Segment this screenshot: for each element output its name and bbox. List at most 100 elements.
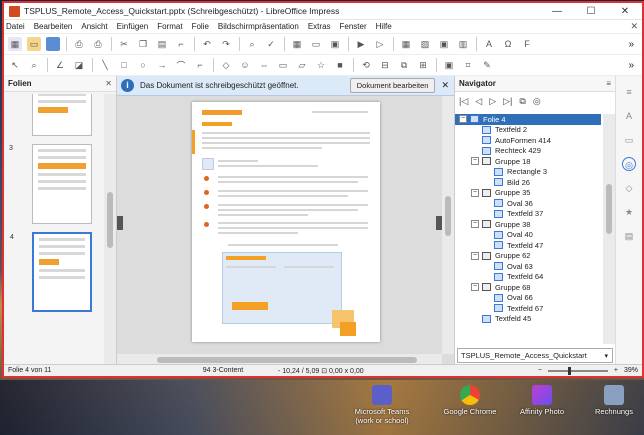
cut-icon[interactable]: ✂ [117, 37, 131, 51]
document-select[interactable]: TSPLUS_Remote_Access_Quickstart ▾ [457, 348, 613, 363]
arrow-icon[interactable]: → [155, 58, 169, 72]
grid-icon[interactable]: ▦ [290, 37, 304, 51]
navigator-tree-item[interactable]: AutoFormen 414 [455, 135, 601, 146]
minimize-button[interactable]: — [540, 6, 574, 17]
drag-mode-icon[interactable]: ⧉ [519, 96, 525, 107]
basic-shapes-icon[interactable]: ◇ [219, 58, 233, 72]
scrollbar-thumb[interactable] [157, 357, 417, 363]
master-slides-icon[interactable]: ▤ [622, 229, 636, 243]
close-window-button[interactable]: ✕ [608, 6, 642, 17]
start-current-slide-icon[interactable]: ▷ [373, 37, 387, 51]
image-icon[interactable]: ▨ [418, 37, 432, 51]
menu-einfuegen[interactable]: Einfügen [117, 22, 149, 31]
export-pdf-icon[interactable]: ⎙ [72, 37, 86, 51]
zoom-slider[interactable] [547, 366, 608, 375]
navigator-tree-item[interactable]: Oval 63 [455, 261, 601, 272]
navigator-tree-item[interactable]: Textfeld 47 [455, 240, 601, 251]
find-replace-icon[interactable]: ⌕ [245, 37, 259, 51]
more-tools-icon[interactable]: » [628, 39, 634, 50]
redo-icon[interactable]: ↷ [219, 37, 233, 51]
current-slide[interactable] [192, 102, 380, 342]
navigator-tree-item[interactable]: − Gruppe 68 [455, 282, 601, 293]
special-character-icon[interactable]: Ω [501, 37, 515, 51]
scrollbar-thumb[interactable] [107, 192, 113, 248]
distribute-icon[interactable]: ⊞ [416, 58, 430, 72]
navigator-menu-icon[interactable]: ≡ [606, 79, 611, 88]
navigator-tree-item[interactable]: − Gruppe 62 [455, 251, 601, 262]
previous-slide-icon[interactable]: ◁ [475, 96, 482, 107]
slide-thumbnail-2[interactable] [32, 94, 92, 136]
navigator-tree-item[interactable]: Rectangle 3 [455, 167, 601, 178]
more-drawing-tools-icon[interactable]: » [628, 60, 634, 71]
flowchart-icon[interactable]: ▭ [276, 58, 290, 72]
sidebar-menu-icon[interactable]: ≡ [622, 85, 636, 99]
media-icon[interactable]: ▣ [437, 37, 451, 51]
properties-icon[interactable]: A [622, 109, 636, 123]
zoom-percent[interactable]: 39% [624, 367, 638, 374]
chart-icon[interactable]: ▥ [456, 37, 470, 51]
desktop-icon-rechnungs[interactable]: Rechnungs [586, 385, 642, 416]
menu-bearbeiten[interactable]: Bearbeiten [34, 22, 73, 31]
paste-icon[interactable]: ▤ [155, 37, 169, 51]
maximize-button[interactable]: ☐ [574, 6, 608, 17]
slide-thumbnail-3[interactable]: 3 [9, 144, 92, 224]
desktop-icon-chrome[interactable]: Google Chrome [440, 385, 500, 416]
scrollbar-thumb[interactable] [606, 184, 612, 234]
connector-icon[interactable]: ⌐ [193, 58, 207, 72]
line-icon[interactable]: ╲ [98, 58, 112, 72]
close-document-icon[interactable]: ✕ [630, 21, 638, 32]
fill-color-icon[interactable]: ◪ [72, 58, 86, 72]
navigator-tree-item[interactable]: Oval 66 [455, 293, 601, 304]
clone-formatting-icon[interactable]: ⌐ [174, 37, 188, 51]
navigator-tree-item[interactable]: − Gruppe 38 [455, 219, 601, 230]
navigator-tree-item[interactable]: Textfeld 37 [455, 209, 601, 220]
table-icon[interactable]: ▦ [399, 37, 413, 51]
arrange-icon[interactable]: ⧉ [397, 58, 411, 72]
scrollbar-thumb[interactable] [445, 196, 451, 236]
navigator-tree-item[interactable]: Oval 36 [455, 198, 601, 209]
expand-toggle-icon[interactable]: − [471, 283, 479, 292]
select-icon[interactable]: ↖ [8, 58, 22, 72]
shapes-filter-icon[interactable]: ◎ [533, 96, 541, 107]
navigator-tree-item[interactable]: Textfeld 64 [455, 272, 601, 283]
zoom-in-icon[interactable]: + [614, 367, 618, 374]
menu-hilfe[interactable]: Hilfe [376, 22, 392, 31]
navigator-tree-item[interactable]: Textfeld 67 [455, 303, 601, 314]
start-presentation-icon[interactable]: ▶ [354, 37, 368, 51]
save-icon[interactable] [46, 37, 60, 51]
menu-datei[interactable]: Datei [6, 22, 25, 31]
rectangle-icon[interactable]: □ [117, 58, 131, 72]
fontwork-icon[interactable]: F [520, 37, 534, 51]
rotate-icon[interactable]: ⟲ [359, 58, 373, 72]
slide-thumbnail-4[interactable]: 4 [10, 232, 92, 312]
expand-toggle-icon[interactable]: − [471, 220, 479, 229]
line-color-icon[interactable]: ∠ [53, 58, 67, 72]
block-arrows-icon[interactable]: ⇔ [257, 58, 271, 72]
crop-icon[interactable]: ⌗ [461, 58, 475, 72]
next-slide-icon[interactable]: ▷ [489, 96, 496, 107]
curve-icon[interactable]: ⌒ [174, 58, 188, 72]
expand-toggle-icon[interactable]: − [471, 188, 479, 197]
last-slide-icon[interactable]: ▷| [503, 96, 512, 107]
first-slide-icon[interactable]: |◁ [459, 96, 468, 107]
spelling-icon[interactable]: ✓ [264, 37, 278, 51]
edit-document-button[interactable]: Dokument bearbeiten [349, 78, 436, 93]
navigator-tree-item[interactable]: Rechteck 429 [455, 146, 601, 157]
expand-toggle-icon[interactable]: − [459, 115, 467, 124]
navigator-scrollbar[interactable] [603, 114, 615, 344]
navigator-tree-item[interactable]: − Gruppe 35 [455, 188, 601, 199]
print-icon[interactable]: ⎙ [91, 37, 105, 51]
display-views-icon[interactable]: ▭ [309, 37, 323, 51]
stars-icon[interactable]: ☆ [314, 58, 328, 72]
open-icon[interactable]: ▭ [27, 37, 41, 51]
master-slide-icon[interactable]: ▣ [328, 37, 342, 51]
desktop-icon-affinity[interactable]: Affinity Photo [512, 385, 572, 416]
menu-format[interactable]: Format [157, 22, 182, 31]
undo-icon[interactable]: ↶ [200, 37, 214, 51]
filter-icon[interactable]: ✎ [480, 58, 494, 72]
collapse-left-handle[interactable] [117, 216, 123, 230]
callout-icon[interactable]: ▱ [295, 58, 309, 72]
edit-vertical-scrollbar[interactable] [442, 96, 454, 354]
close-slides-pane-icon[interactable]: ✕ [105, 79, 112, 88]
zoom-pan-icon[interactable]: ⌕ [27, 58, 41, 72]
